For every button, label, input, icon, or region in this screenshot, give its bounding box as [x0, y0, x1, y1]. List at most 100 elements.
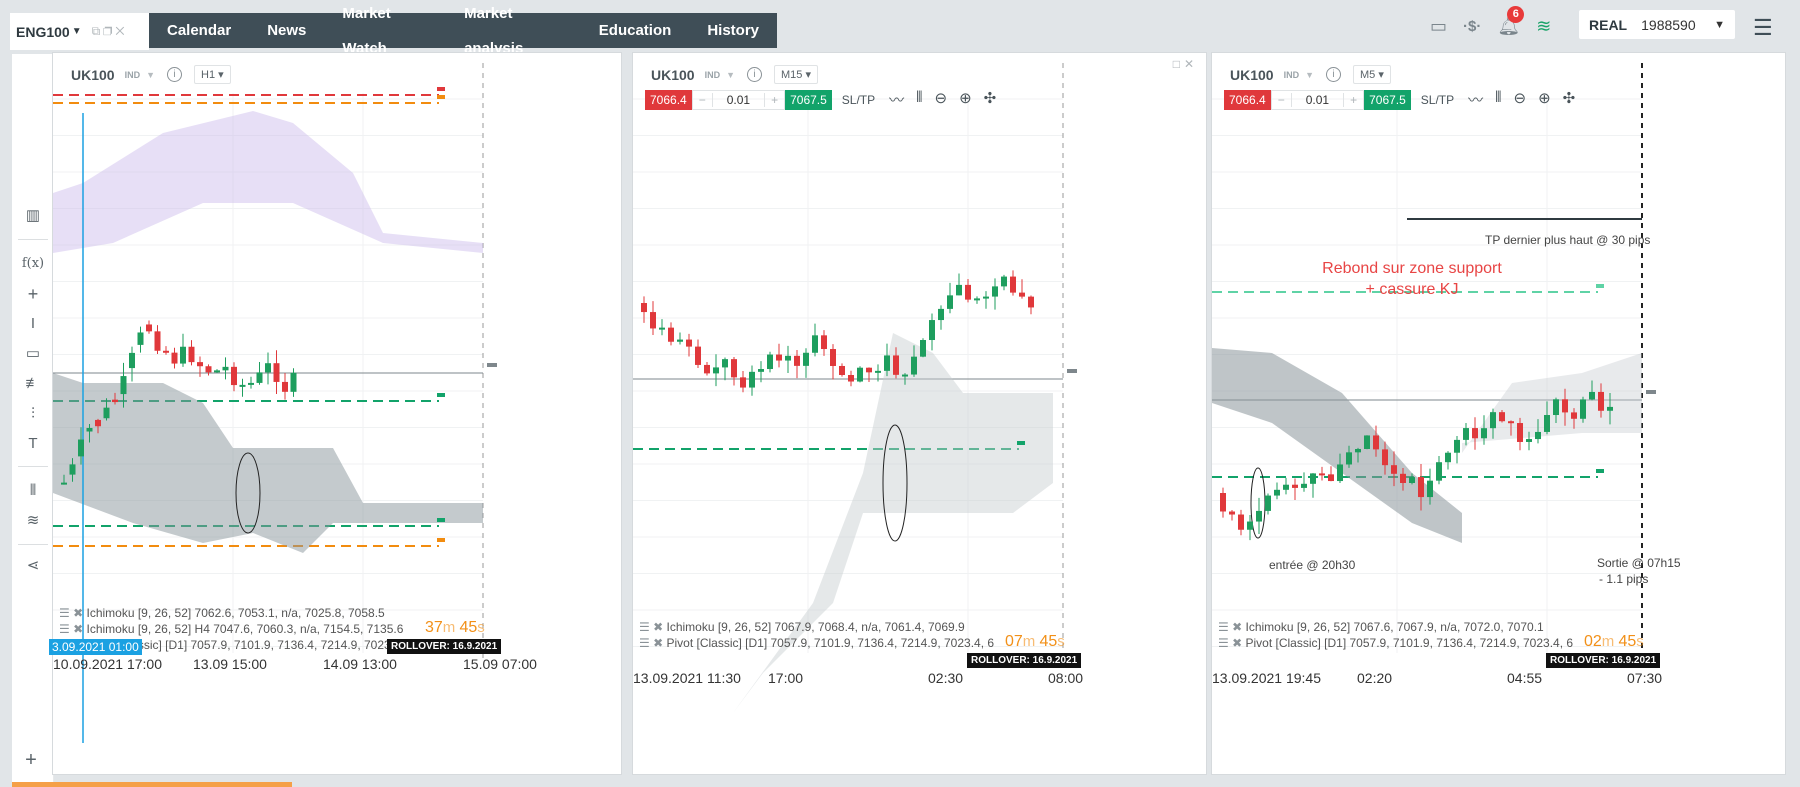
- line-chart-icon[interactable]: 〰: [1468, 89, 1483, 110]
- decrement-button[interactable]: −: [693, 93, 712, 107]
- candle-body: [767, 354, 773, 370]
- timeframe-select[interactable]: H1 ▾: [194, 65, 231, 84]
- workspace-tab[interactable]: ENG100 ▼ ⧉❐✕: [10, 13, 149, 50]
- zoom-out-icon[interactable]: ⊖: [934, 89, 947, 110]
- candle-body: [1283, 484, 1289, 490]
- increment-button[interactable]: +: [765, 93, 784, 107]
- text-tool-icon[interactable]: T: [20, 432, 46, 456]
- maximize-icon[interactable]: □: [1173, 57, 1184, 71]
- dollar-transfer-icon[interactable]: ·$·: [1463, 18, 1481, 35]
- candlestick-icon[interactable]: ⫴: [916, 89, 922, 110]
- lot-value[interactable]: 0.01: [711, 92, 766, 107]
- candle-body: [650, 312, 656, 329]
- indicator-legend-row: ☰ ✖ Pivot [Classic] [D1] 7057.9, 7101.9,…: [1218, 636, 1573, 650]
- indicator-remove-icon[interactable]: ☰ ✖: [1218, 636, 1245, 650]
- chevron-down-icon[interactable]: ▼: [72, 26, 82, 37]
- chevron-down-icon[interactable]: ▼: [1305, 70, 1314, 80]
- nav-news[interactable]: News: [249, 13, 324, 48]
- indicator-legend-text: Ichimoku [9, 26, 52] 7067.6, 7067.9, n/a…: [1245, 620, 1544, 634]
- columns-layout-icon[interactable]: ▥: [20, 204, 46, 228]
- indicator-remove-icon[interactable]: ☰ ✖: [1218, 620, 1245, 634]
- chart-canvas[interactable]: [1212, 53, 1787, 776]
- layers-icon[interactable]: ≋: [20, 509, 46, 533]
- sltp-button[interactable]: SL/TP: [842, 93, 875, 107]
- move-crosshair-icon[interactable]: ✣: [984, 89, 997, 110]
- indicator-legend-text: Ichimoku [9, 26, 52] 7067.9, 7068.4, n/a…: [666, 620, 965, 634]
- restore-icon[interactable]: ❐: [103, 24, 115, 38]
- candle-body: [1247, 521, 1253, 530]
- vertical-line-tool-icon[interactable]: Ι: [20, 312, 46, 336]
- info-icon[interactable]: i: [167, 67, 183, 82]
- candle-body: [1535, 431, 1541, 440]
- info-icon[interactable]: i: [1326, 67, 1342, 82]
- increment-button[interactable]: +: [1344, 93, 1363, 107]
- x-axis-tick: 13.09.2021 11:30: [633, 670, 741, 686]
- nav-education[interactable]: Education: [581, 13, 690, 48]
- current-price-tag: [487, 363, 497, 367]
- chart-panel-m5: UK100 IND ▼ i M5 ▾ 7066.4 −0.01 + 7067.5 …: [1211, 52, 1786, 775]
- bottom-accent-bar: [12, 782, 292, 787]
- lot-stepper[interactable]: −0.01 +: [1270, 89, 1365, 110]
- indicator-remove-icon[interactable]: ☰ ✖: [639, 620, 666, 634]
- account-selector[interactable]: REAL 1988590 ▼: [1579, 10, 1735, 39]
- menu-hamburger-icon[interactable]: ☰: [1753, 15, 1773, 41]
- timeframe-select[interactable]: M5 ▾: [1353, 65, 1391, 84]
- candle-type-icon[interactable]: ⫴: [20, 479, 46, 503]
- pitchfork-tool-icon[interactable]: ⫶: [20, 402, 46, 426]
- chevron-down-icon[interactable]: ▼: [726, 70, 735, 80]
- chevron-down-icon[interactable]: ▼: [146, 70, 155, 80]
- crosshair-plus-icon[interactable]: +: [20, 282, 46, 306]
- candle-body: [248, 382, 254, 385]
- ichimoku-cloud: [1212, 348, 1462, 543]
- sell-button[interactable]: 7066.4: [1224, 89, 1271, 110]
- chart-canvas[interactable]: [633, 53, 1208, 776]
- symbol-label[interactable]: UK100: [1230, 67, 1274, 83]
- lot-value[interactable]: 0.01: [1290, 92, 1345, 107]
- nav-calendar[interactable]: Calendar: [149, 13, 249, 48]
- timeframe-value: H1: [201, 69, 216, 81]
- indicator-remove-icon[interactable]: ☰ ✖: [59, 606, 86, 620]
- notifications-bell-icon[interactable]: 🔔︎ 6: [1497, 5, 1525, 37]
- close-icon[interactable]: ✕: [115, 24, 127, 38]
- zoom-in-icon[interactable]: ⊕: [959, 89, 972, 110]
- candle-body: [839, 365, 845, 375]
- zoom-out-icon[interactable]: ⊖: [1513, 89, 1526, 110]
- candle-body: [1310, 473, 1316, 484]
- price-level-tag: [1017, 441, 1025, 445]
- nav-history[interactable]: History: [689, 13, 777, 48]
- countdown-part: m: [442, 619, 460, 636]
- move-crosshair-icon[interactable]: ✣: [1563, 89, 1576, 110]
- indicator-remove-icon[interactable]: ☰ ✖: [59, 622, 86, 636]
- buy-button[interactable]: 7067.5: [785, 89, 832, 110]
- candle-body: [1373, 435, 1379, 450]
- sell-button[interactable]: 7066.4: [645, 89, 692, 110]
- x-axis-tick: 13.09 15:00: [193, 656, 267, 672]
- share-icon[interactable]: ⋖: [20, 554, 46, 578]
- candle-body: [1454, 439, 1460, 453]
- rectangle-tool-icon[interactable]: ▭: [20, 342, 46, 366]
- zoom-in-icon[interactable]: ⊕: [1538, 89, 1551, 110]
- close-icon[interactable]: ✕: [1184, 57, 1198, 71]
- symbol-label[interactable]: UK100: [71, 67, 115, 83]
- info-icon[interactable]: i: [747, 67, 763, 82]
- buy-button[interactable]: 7067.5: [1364, 89, 1411, 110]
- indicator-remove-icon[interactable]: ☰ ✖: [639, 636, 666, 650]
- popout-icon[interactable]: ⧉: [92, 24, 104, 38]
- candle-body: [1400, 473, 1406, 483]
- candle-body: [214, 370, 220, 373]
- function-fx-icon[interactable]: f(x): [20, 252, 46, 276]
- layout-icon[interactable]: ▭: [1430, 16, 1447, 37]
- candle-body: [1490, 412, 1496, 429]
- countdown-part: 02: [1584, 633, 1602, 650]
- candle-body: [686, 339, 692, 347]
- timeframe-select[interactable]: M15 ▾: [774, 65, 818, 84]
- fibonacci-tool-icon[interactable]: ≢: [20, 372, 46, 396]
- line-chart-icon[interactable]: 〰: [889, 89, 904, 110]
- sltp-button[interactable]: SL/TP: [1421, 93, 1454, 107]
- instrument-type: IND: [124, 69, 141, 80]
- add-chart-button[interactable]: +: [12, 744, 50, 776]
- symbol-label[interactable]: UK100: [651, 67, 695, 83]
- lot-stepper[interactable]: −0.01 +: [691, 89, 786, 110]
- decrement-button[interactable]: −: [1272, 93, 1291, 107]
- candlestick-icon[interactable]: ⫴: [1495, 89, 1501, 110]
